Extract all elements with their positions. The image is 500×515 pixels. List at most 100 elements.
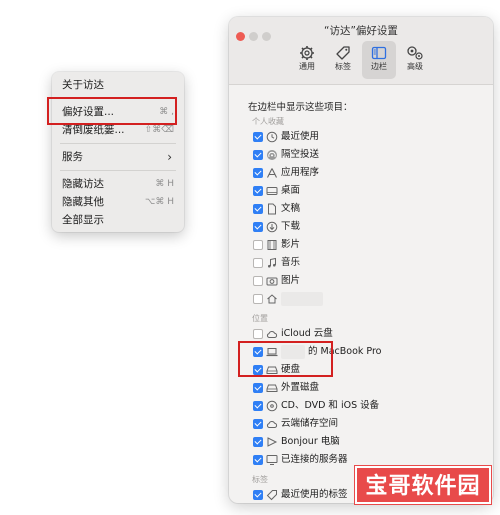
bonjour-icon	[266, 436, 278, 448]
disk-icon	[266, 382, 278, 394]
preferences-toolbar: 通用 标签 边栏 高级	[229, 41, 493, 79]
checkbox[interactable]	[253, 329, 263, 339]
option-label: 应用程序	[281, 167, 320, 178]
section-header-locations: 位置	[252, 314, 268, 323]
checkbox[interactable]	[253, 401, 263, 411]
checkbox[interactable]	[253, 419, 263, 429]
monitor-icon	[266, 454, 278, 466]
menu-item-label: 服务	[62, 151, 83, 163]
option-label: 外置磁盘	[281, 382, 320, 393]
tab-label: 边栏	[371, 62, 387, 71]
checkbox[interactable]	[253, 132, 263, 142]
checkbox[interactable]	[253, 437, 263, 447]
menu-item-hide-finder[interactable]: 隐藏访达 ⌘ H	[52, 175, 184, 193]
sidebar-option-desktop[interactable]: 桌面	[248, 182, 493, 200]
tag-icon	[266, 489, 278, 501]
checkbox[interactable]	[253, 294, 263, 304]
menu-item-label: 隐藏其他	[62, 196, 104, 208]
checkbox[interactable]	[253, 383, 263, 393]
sidebar-option-documents[interactable]: 文稿	[248, 200, 493, 218]
home-icon	[266, 293, 278, 305]
checkbox[interactable]	[253, 276, 263, 286]
highlight-box	[238, 341, 333, 377]
sidebar-option-music[interactable]: 音乐	[248, 254, 493, 272]
option-label: 文稿	[281, 203, 301, 214]
option-label: 云端储存空间	[281, 418, 339, 429]
checkbox[interactable]	[253, 240, 263, 250]
finder-preferences-window: “访达”偏好设置 通用 标签 边栏 高级 在边栏中显示这些项目： 个人收藏 最近…	[229, 17, 493, 503]
sidebar-option-cloud-storage[interactable]: 云端储存空间	[248, 415, 493, 433]
sidebar-icon	[371, 46, 387, 60]
option-label: 影片	[281, 239, 301, 250]
option-label: 最近使用的标签	[281, 489, 348, 500]
tab-label: 通用	[299, 62, 315, 71]
checkbox[interactable]	[253, 222, 263, 232]
option-label: 桌面	[281, 185, 301, 196]
watermark: 宝哥软件园	[355, 466, 491, 504]
cloud-icon	[266, 418, 278, 430]
sidebar-option-airdrop[interactable]: 隔空投送	[248, 146, 493, 164]
tab-label: 高级	[407, 62, 423, 71]
checkbox[interactable]	[253, 204, 263, 214]
desktop-icon	[266, 185, 278, 197]
sidebar-option-downloads[interactable]: 下载	[248, 218, 493, 236]
checkbox[interactable]	[253, 258, 263, 268]
window-title: “访达”偏好设置	[324, 25, 398, 37]
sidebar-settings-panel: 在边栏中显示这些项目： 个人收藏 最近使用 隔空投送 应用程序 桌面 文稿 下载…	[229, 85, 493, 503]
menu-item-about[interactable]: 关于访达	[52, 76, 184, 94]
intro-text: 在边栏中显示这些项目：	[248, 102, 353, 113]
document-icon	[266, 203, 278, 215]
menu-item-label: 关于访达	[62, 79, 104, 91]
chevron-right-icon: ›	[167, 150, 172, 164]
apps-icon	[266, 167, 278, 179]
window-titlebar: “访达”偏好设置 通用 标签 边栏 高级	[229, 17, 493, 85]
sidebar-option-movies[interactable]: 影片	[248, 236, 493, 254]
music-icon	[266, 257, 278, 269]
checkbox[interactable]	[253, 168, 263, 178]
sidebar-option-recents[interactable]: 最近使用	[248, 128, 493, 146]
gear-icon	[300, 46, 314, 60]
sidebar-option-home[interactable]	[248, 290, 493, 308]
option-label: 已连接的服务器	[281, 454, 348, 465]
menu-item-label: 隐藏访达	[62, 178, 104, 190]
cloud-icon	[266, 328, 278, 340]
checkbox[interactable]	[253, 455, 263, 465]
sidebar-option-bonjour[interactable]: Bonjour 电脑	[248, 433, 493, 451]
sidebar-option-external-disks[interactable]: 外置磁盘	[248, 379, 493, 397]
menu-item-hide-others[interactable]: 隐藏其他 ⌥⌘ H	[52, 193, 184, 211]
film-icon	[266, 239, 278, 251]
checkbox[interactable]	[253, 150, 263, 160]
menu-shortcut: ⌘ H	[155, 179, 174, 189]
clock-icon	[266, 131, 278, 143]
tab-label: 标签	[335, 62, 351, 71]
option-label: 隔空投送	[281, 149, 320, 160]
redacted-username	[281, 292, 323, 306]
checkbox[interactable]	[253, 490, 263, 500]
sidebar-option-optical-devices[interactable]: CD、DVD 和 iOS 设备	[248, 397, 493, 415]
option-label: CD、DVD 和 iOS 设备	[281, 400, 380, 411]
menu-shortcut: ⌥⌘ H	[145, 197, 174, 207]
tab-tags[interactable]: 标签	[326, 41, 360, 79]
menu-item-show-all[interactable]: 全部显示	[52, 211, 184, 229]
menu-separator	[60, 170, 176, 171]
sidebar-option-pictures[interactable]: 图片	[248, 272, 493, 290]
sidebar-option-applications[interactable]: 应用程序	[248, 164, 493, 182]
option-label: 音乐	[281, 257, 301, 268]
tab-advanced[interactable]: 高级	[398, 41, 432, 79]
download-icon	[266, 221, 278, 233]
option-label: 最近使用	[281, 131, 320, 142]
menu-item-label: 清倒废纸篓...	[62, 124, 125, 136]
menu-item-label: 全部显示	[62, 214, 104, 226]
tab-general[interactable]: 通用	[290, 41, 324, 79]
checkbox[interactable]	[253, 186, 263, 196]
disc-icon	[266, 400, 278, 412]
menu-item-services[interactable]: 服务 ›	[52, 148, 184, 166]
airdrop-icon	[266, 149, 278, 161]
option-label: 图片	[281, 275, 301, 286]
section-header-favorites: 个人收藏	[252, 117, 284, 126]
gears-icon	[407, 46, 423, 60]
tab-sidebar[interactable]: 边栏	[362, 41, 396, 79]
highlight-box	[47, 97, 177, 125]
menu-separator	[60, 143, 176, 144]
option-label: 下载	[281, 221, 301, 232]
